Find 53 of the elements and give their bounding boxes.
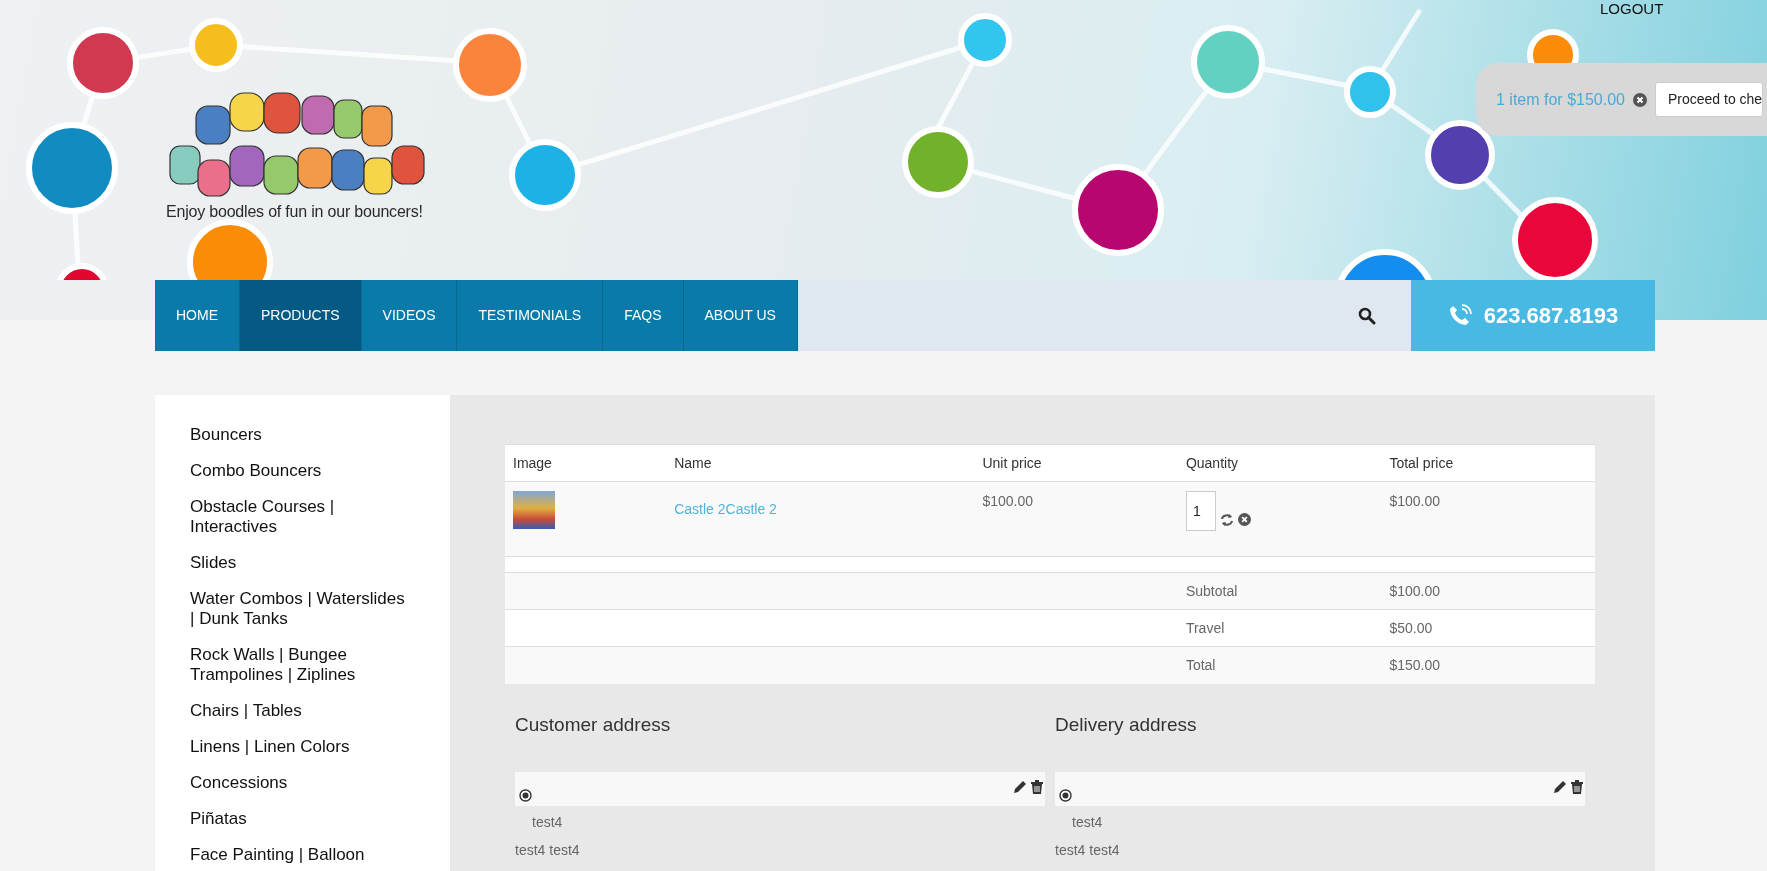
table-cell: Total [1177, 646, 1382, 684]
table-cell: $100.00 [1381, 572, 1595, 610]
remove-icon[interactable] [1237, 513, 1251, 526]
trash-icon[interactable] [1031, 780, 1043, 795]
nav-tab[interactable]: ABOUT US [683, 280, 798, 351]
phone-icon [1447, 303, 1472, 328]
table-cell: $100.00 [974, 481, 1178, 557]
sidebar-link[interactable]: Bouncers [190, 425, 410, 445]
trash-icon[interactable] [1571, 780, 1583, 795]
radio-button[interactable] [1059, 789, 1072, 803]
quantity-field[interactable]: 1 [1185, 491, 1216, 531]
address-line: test4 test4 [1055, 841, 1121, 861]
nav-tab[interactable]: TESTIMONIALS [457, 280, 604, 351]
section-heading: Delivery address [1055, 713, 1198, 737]
table-cell: Subtotal [1177, 572, 1382, 610]
sidebar-link[interactable]: Water Combos | Waterslides | Dunk Tanks [190, 589, 410, 629]
sidebar-link[interactable]: Face Painting | Balloon [190, 845, 410, 865]
sidebar-link[interactable]: Piñatas [190, 809, 410, 829]
phone-number: 623.687.8193 [1483, 302, 1619, 330]
checkout-button[interactable]: Proceed to che [1654, 82, 1764, 117]
sidebar-link[interactable]: Rock Walls | Bungee Trampolines | Ziplines [190, 645, 410, 685]
photo-placeholder [513, 491, 555, 529]
sidebar-link[interactable]: Linens | Linen Colors [190, 737, 410, 757]
table-cell: Travel [1177, 609, 1382, 647]
table-cell: $150.00 [1381, 646, 1595, 684]
sidebar-link[interactable]: Chairs | Tables [190, 701, 410, 721]
section-heading: Customer address [515, 713, 672, 737]
nav-tab[interactable]: VIDEOS [361, 280, 458, 351]
refresh-icon[interactable] [1219, 513, 1234, 527]
column-header: Unit price [974, 444, 1178, 482]
pencil-icon[interactable] [1553, 780, 1567, 795]
remove-icon[interactable] [1632, 92, 1647, 107]
nav-tab[interactable]: FAQS [603, 280, 684, 351]
sidebar-link[interactable]: Concessions [190, 773, 410, 793]
logout-link[interactable]: LOGOUT [1600, 0, 1664, 21]
column-header: Name [666, 444, 975, 482]
table-cell: $50.00 [1381, 609, 1595, 647]
column-header: Image [505, 444, 667, 482]
column-header: Quantity [1177, 444, 1382, 482]
sidebar-link[interactable]: Slides [190, 553, 410, 573]
radio-button[interactable] [519, 789, 532, 803]
table-cell: $100.00 [1381, 481, 1595, 557]
address-line: test4 test4 [515, 841, 581, 861]
nav-tab[interactable]: PRODUCTS [240, 280, 362, 351]
search-icon[interactable] [1358, 306, 1376, 325]
column-header: Total price [1381, 444, 1595, 482]
address-name: test4 [532, 813, 564, 833]
sidebar-link[interactable]: Obstacle Courses | Interactives [190, 497, 410, 537]
sidebar-link[interactable]: Combo Bouncers [190, 461, 410, 481]
address-name: test4 [1072, 813, 1104, 833]
tagline: Enjoy boodles of fun in our bouncers! [166, 202, 424, 222]
nav-tab[interactable]: HOME [155, 280, 240, 351]
pencil-icon[interactable] [1013, 780, 1027, 795]
